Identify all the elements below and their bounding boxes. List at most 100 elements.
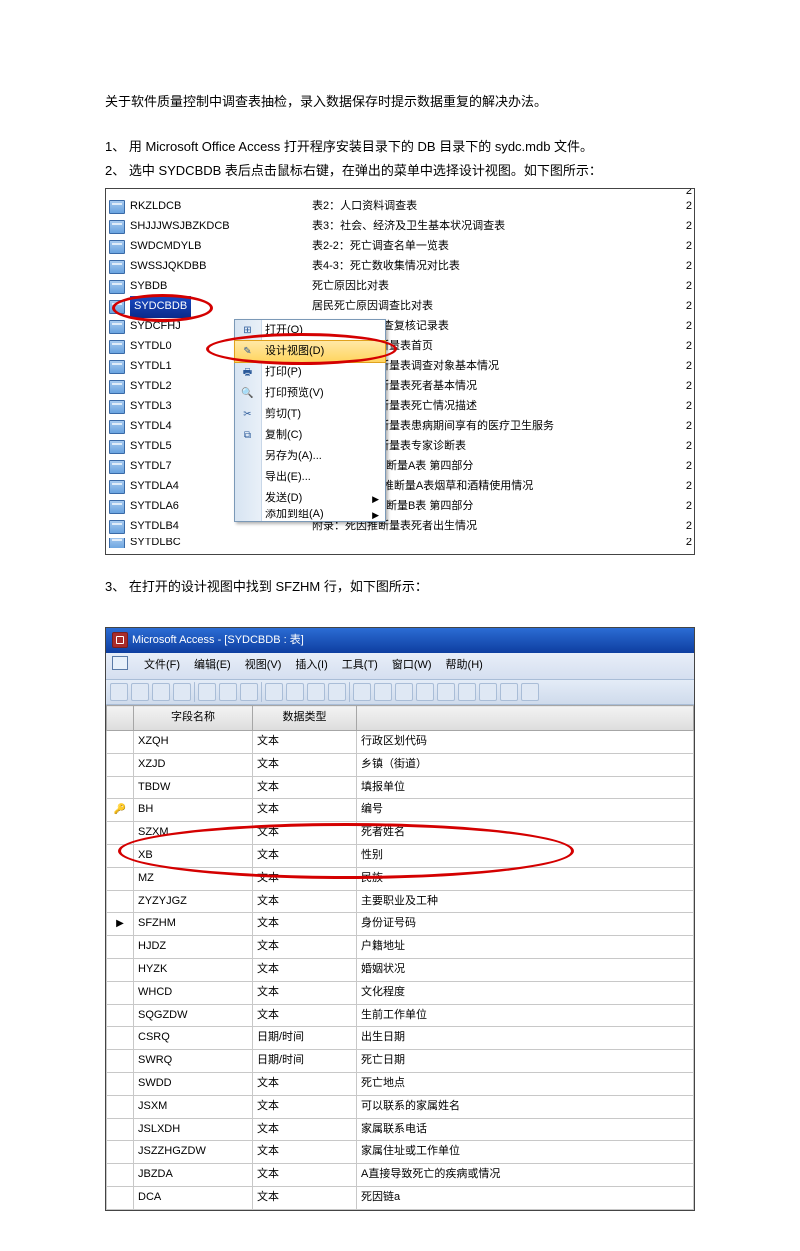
field-row[interactable]: SZXM文本死者姓名 xyxy=(107,822,694,845)
menu-item[interactable]: ⊞打开(O) xyxy=(235,320,385,341)
table-row[interactable]: SYTDLA6附录1-2 死因推断量B表 第四部分2 xyxy=(106,498,694,515)
table-row[interactable]: SYTDLB4附录：死因推断量表死者出生情况2 xyxy=(106,518,694,535)
step-3: 3、 在打开的设计视图中找到 SFZHM 行，如下图所示： xyxy=(105,575,695,598)
menu-item[interactable]: 导出(E)... xyxy=(235,467,385,488)
menu-label: 复制(C) xyxy=(265,426,302,446)
table-row[interactable]: SYBDB死亡原因比对表2 xyxy=(106,278,694,295)
table-row[interactable]: SYDCBDB居民死亡原因调查比对表2 xyxy=(106,298,694,315)
menu-label: 添加到组(A) xyxy=(265,509,324,521)
field-row[interactable]: WHCD文本文化程度 xyxy=(107,981,694,1004)
menu-icon: ✂ xyxy=(240,407,255,422)
context-menu: ⊞打开(O) ✎ 设计视图(D) 🖶 打印(P) 🔍 打印预览(V)✂剪切(T) ⧉ 复制(C)… xyxy=(234,319,386,522)
menu-item[interactable]: 工具(T) xyxy=(342,656,378,676)
col-desc xyxy=(357,706,694,731)
col-fieldname: 字段名称 xyxy=(134,706,253,731)
doc-title: 关于软件质量控制中调查表抽检，录入数据保存时提示数据重复的解决办法。 xyxy=(105,90,695,113)
field-row[interactable]: XZJD文本乡镇（街道） xyxy=(107,753,694,776)
table-icon xyxy=(109,260,125,274)
menu-icon xyxy=(240,491,255,506)
table-icon xyxy=(109,480,125,494)
menu-item[interactable]: 🖶 打印(P) xyxy=(235,362,385,383)
screenshot-1: 2RKZLDCB表2：人口资料调查表2SHJJJWSJBZKDCB表3：社会、经… xyxy=(105,188,695,555)
table-row[interactable]: RKZLDCB表2：人口资料调查表2 xyxy=(106,198,694,215)
menu-item[interactable]: 插入(I) xyxy=(295,656,327,676)
menu-icon xyxy=(240,470,255,485)
menu-item[interactable]: 发送(D)▶ xyxy=(235,488,385,509)
table-row[interactable]: SYTDL3附录：死因推断量表死亡情况描述2 xyxy=(106,398,694,415)
table-row[interactable]: SYTDL5附录：死因推断量表专家诊断表2 xyxy=(106,438,694,455)
toolbar xyxy=(106,680,694,705)
menu-label: 发送(D) xyxy=(265,489,302,509)
table-row[interactable]: SYTDL2附录：死因推断量表死者基本情况2 xyxy=(106,378,694,395)
menu-item[interactable]: ✂剪切(T) xyxy=(235,404,385,425)
menu-item[interactable]: 帮助(H) xyxy=(446,656,483,676)
menu-icon: 🔍 xyxy=(240,386,255,401)
step-1: 1、 用 Microsoft Office Access 打开程序安装目录下的 … xyxy=(105,135,695,158)
field-row[interactable]: JSLXDH文本家属联系电话 xyxy=(107,1118,694,1141)
window-icon xyxy=(112,656,128,670)
menu-item[interactable]: 窗口(W) xyxy=(392,656,432,676)
table-icon xyxy=(109,500,125,514)
step-2: 2、 选中 SYDCBDB 表后点击鼠标右键，在弹出的菜单中选择设计视图。如下图… xyxy=(105,159,695,182)
field-row[interactable]: ZYZYJGZ文本主要职业及工种 xyxy=(107,890,694,913)
table-row[interactable]: SYTDLA4附录1-1：死因推断量A表烟草和酒精使用情况2 xyxy=(106,478,694,495)
menu-icon: 🖶 xyxy=(240,365,255,380)
field-row[interactable]: HYZK文本婚姻状况 xyxy=(107,958,694,981)
table-row[interactable]: SWDCMDYLB表2-2：死亡调查名单一览表2 xyxy=(106,238,694,255)
menu-item[interactable]: 添加到组(A)▶ xyxy=(235,509,385,521)
field-row[interactable]: CSRQ日期/时间出生日期 xyxy=(107,1027,694,1050)
menu-item[interactable]: ✎ 设计视图(D) xyxy=(234,340,386,363)
table-icon xyxy=(109,220,125,234)
menubar: 文件(F) 编辑(E) 视图(V) 插入(I) 工具(T) 窗口(W) 帮助(H) xyxy=(106,653,694,680)
screenshot-2: Microsoft Access - [SYDCBDB : 表] 文件(F) 编辑… xyxy=(105,627,695,1211)
menu-label: 导出(E)... xyxy=(265,468,311,488)
field-row[interactable]: HJDZ文本户籍地址 xyxy=(107,936,694,959)
menu-item[interactable]: 🔍 打印预览(V) xyxy=(235,383,385,404)
menu-label: 打印预览(V) xyxy=(265,384,324,404)
field-row[interactable]: DCA文本死因链a xyxy=(107,1186,694,1209)
table-row[interactable]: SYTDL4附录：死因推断量表患病期间享有的医疗卫生服务2 xyxy=(106,418,694,435)
table-row[interactable]: SYTDL7附录1-1 死因推断量A表 第四部分2 xyxy=(106,458,694,475)
table-icon xyxy=(109,538,125,548)
primary-key-icon: 🔑 xyxy=(114,804,126,815)
table-row[interactable]: SWSSJQKDBB表4-3：死亡数收集情况对比表2 xyxy=(106,258,694,275)
table-icon xyxy=(109,300,125,314)
field-row[interactable]: MZ文本民族 xyxy=(107,867,694,890)
field-row[interactable]: XZQH文本行政区划代码 xyxy=(107,730,694,753)
table-icon xyxy=(109,440,125,454)
menu-item[interactable]: 视图(V) xyxy=(245,656,282,676)
menu-label: 打印(P) xyxy=(265,363,302,383)
table-row[interactable]: SYTDL0附录：死因推断量表首页2 xyxy=(106,338,694,355)
menu-item[interactable]: 文件(F) xyxy=(144,656,180,676)
table-row[interactable]: SYDCFHJ表4-6：死因调查复核记录表2 xyxy=(106,318,694,335)
table-icon xyxy=(109,200,125,214)
table-row[interactable]: SHJJJWSJBZKDCB表3：社会、经济及卫生基本状况调查表2 xyxy=(106,218,694,235)
field-row[interactable]: SQGZDW文本生前工作单位 xyxy=(107,1004,694,1027)
table-icon xyxy=(109,280,125,294)
col-datatype: 数据类型 xyxy=(253,706,357,731)
field-row[interactable]: 🔑BH文本编号 xyxy=(107,799,694,822)
menu-item[interactable]: 另存为(A)... xyxy=(235,446,385,467)
field-row[interactable]: JBZDA文本A直接导致死亡的疾病或情况 xyxy=(107,1164,694,1187)
field-row[interactable]: JSZZHGZDW文本家属住址或工作单位 xyxy=(107,1141,694,1164)
table-row[interactable]: SYTDL1附录：死因推断量表调查对象基本情况2 xyxy=(106,358,694,375)
field-row[interactable]: TBDW文本填报单位 xyxy=(107,776,694,799)
menu-label: 另存为(A)... xyxy=(265,447,322,467)
table-icon xyxy=(109,460,125,474)
menu-icon: ✎ xyxy=(240,344,255,359)
menu-icon xyxy=(240,512,255,521)
table-icon xyxy=(109,400,125,414)
table-row[interactable]: SYTDLBC2 xyxy=(106,538,694,548)
field-row[interactable]: XB文本性别 xyxy=(107,844,694,867)
field-row[interactable]: SWDD文本死亡地点 xyxy=(107,1072,694,1095)
menu-item[interactable]: 编辑(E) xyxy=(194,656,231,676)
menu-item[interactable]: ⧉ 复制(C) xyxy=(235,425,385,446)
field-row[interactable]: ▶SFZHM文本身份证号码 xyxy=(107,913,694,936)
access-titlebar: Microsoft Access - [SYDCBDB : 表] xyxy=(106,628,694,654)
menu-icon: ⧉ xyxy=(240,428,255,443)
field-row[interactable]: JSXM文本可以联系的家属姓名 xyxy=(107,1095,694,1118)
menu-label: 设计视图(D) xyxy=(265,342,324,362)
table-icon xyxy=(109,240,125,254)
titlebar-text: Microsoft Access - [SYDCBDB : 表] xyxy=(132,631,304,651)
field-row[interactable]: SWRQ日期/时间死亡日期 xyxy=(107,1050,694,1073)
